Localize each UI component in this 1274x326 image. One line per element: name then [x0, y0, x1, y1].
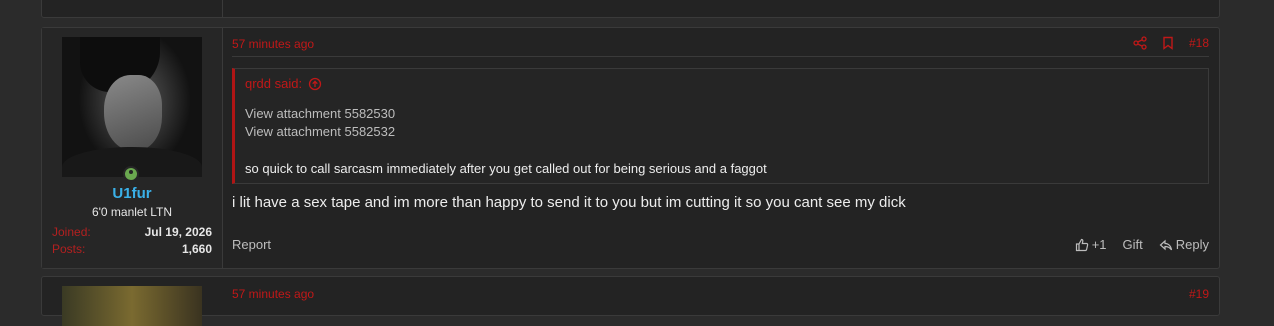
- attachment-link[interactable]: View attachment 5582532: [245, 124, 395, 139]
- next-post-number[interactable]: #19: [1189, 287, 1209, 301]
- quote-header[interactable]: qrdd said:: [245, 76, 322, 91]
- joined-label: Joined:: [52, 225, 91, 239]
- username[interactable]: U1fur: [42, 185, 222, 202]
- attachment-link[interactable]: View attachment 5582530: [245, 106, 395, 121]
- joined-value: Jul 19, 2026: [144, 225, 212, 239]
- previous-post-divider: [222, 0, 223, 17]
- quote-text: so quick to call sarcasm immediately aft…: [245, 161, 767, 176]
- post-19: 57 minutes ago #19: [41, 276, 1220, 326]
- quote-block: qrdd said: View attachment 5582530 View …: [232, 68, 1209, 184]
- arrow-up-circle-icon[interactable]: [308, 77, 322, 91]
- post-content: 57 minutes ago #18 qrdd said: View attac…: [232, 28, 1209, 268]
- bookmark-icon[interactable]: [1161, 36, 1175, 50]
- quote-author[interactable]: qrdd said:: [245, 76, 302, 91]
- next-post-avatar[interactable]: [62, 286, 202, 326]
- post-18: U1fur 6'0 manlet LTN Joined: Jul 19, 202…: [41, 27, 1220, 269]
- next-post-time[interactable]: 57 minutes ago: [232, 287, 314, 301]
- like-button[interactable]: +1: [1075, 237, 1107, 252]
- posts-value: 1,660: [181, 242, 212, 256]
- post-header-actions: #18: [1133, 36, 1209, 50]
- gift-button[interactable]: Gift: [1123, 237, 1143, 252]
- post-header: 57 minutes ago #18: [232, 36, 1209, 57]
- like-count: +1: [1091, 237, 1107, 252]
- posts-label: Posts:: [52, 242, 86, 256]
- share-icon[interactable]: [1133, 36, 1147, 50]
- post-footer-actions: +1 Gift Reply: [1075, 237, 1209, 252]
- post-time[interactable]: 57 minutes ago: [232, 37, 314, 51]
- thumbs-up-icon: [1075, 238, 1088, 251]
- avatar[interactable]: [62, 37, 202, 177]
- previous-post: [41, 0, 1220, 18]
- reply-button[interactable]: Reply: [1159, 237, 1209, 252]
- reply-label: Reply: [1175, 237, 1209, 252]
- user-title: 6'0 manlet LTN: [91, 205, 173, 219]
- post-number[interactable]: #18: [1189, 36, 1209, 50]
- post-footer: Report +1 Gift Reply: [232, 237, 1209, 257]
- post-message: i lit have a sex tape and im more than h…: [232, 194, 906, 211]
- user-info-panel: U1fur 6'0 manlet LTN Joined: Jul 19, 202…: [42, 28, 223, 268]
- avatar-face: [104, 75, 162, 151]
- report-button[interactable]: Report: [232, 237, 271, 252]
- online-status-icon: [123, 166, 139, 182]
- reply-icon: [1159, 239, 1172, 250]
